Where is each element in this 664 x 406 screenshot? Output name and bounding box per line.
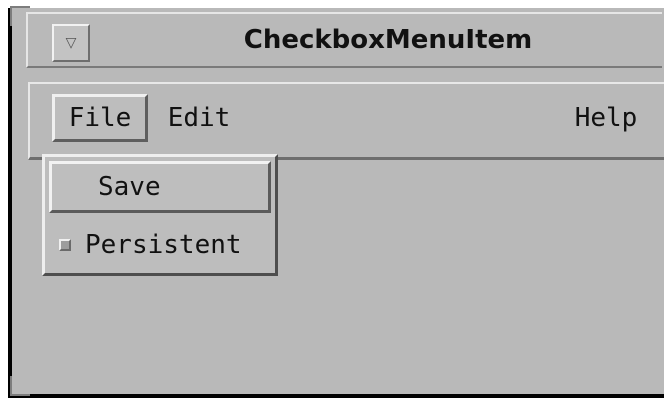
- window-menu-button[interactable]: ▽: [52, 24, 90, 62]
- menu-item-save[interactable]: Save: [49, 161, 271, 213]
- app-window: ▽ CheckboxMenuItem File Edit Help Save P…: [8, 6, 664, 398]
- menu-file[interactable]: File: [52, 94, 148, 142]
- menu-bar: File Edit Help: [28, 82, 664, 160]
- checkbox-indicator-icon[interactable]: [59, 239, 71, 251]
- menu-item-persistent-label: Persistent: [85, 230, 242, 260]
- menu-item-save-label: Save: [98, 172, 161, 202]
- window-title: CheckboxMenuItem: [243, 25, 533, 55]
- menu-item-persistent[interactable]: Persistent: [49, 219, 271, 271]
- menu-help[interactable]: Help: [558, 94, 654, 142]
- window-corner-bottom-left[interactable]: [10, 376, 30, 396]
- title-bar[interactable]: ▽ CheckboxMenuItem: [26, 12, 662, 68]
- menu-edit[interactable]: Edit: [154, 94, 244, 142]
- file-menu-dropdown: Save Persistent: [42, 154, 278, 276]
- triangle-down-icon: ▽: [65, 35, 77, 51]
